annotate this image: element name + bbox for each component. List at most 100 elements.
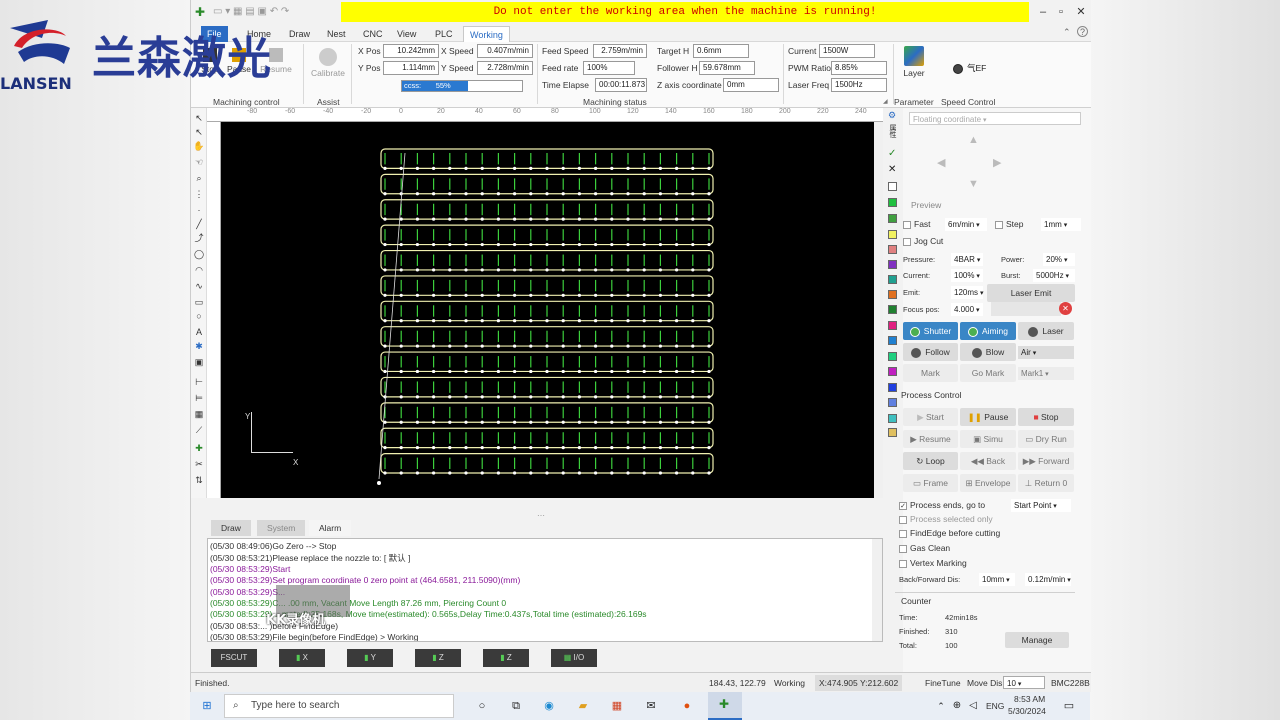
gas-clean-checkbox[interactable]: Gas Clean — [899, 543, 950, 553]
fast-speed-select[interactable]: 6m/min — [945, 218, 987, 231]
calibrate-button[interactable]: Calibrate — [309, 48, 347, 78]
step-select[interactable]: 1mm — [1041, 218, 1081, 231]
clock-time[interactable]: 8:53 AM — [1014, 694, 1045, 704]
tab-view[interactable]: View — [391, 26, 422, 42]
laser-button[interactable]: Laser — [1018, 322, 1074, 340]
step-checkbox[interactable]: Step — [995, 219, 1024, 229]
node-edit-tool-icon[interactable]: ↖ — [193, 126, 205, 138]
layer-swatch[interactable] — [888, 398, 897, 407]
dry-run-button[interactable]: ▭ Dry Run — [1018, 430, 1074, 448]
envelope-button[interactable]: ⊞ Envelope — [960, 474, 1016, 492]
layer-swatch[interactable] — [888, 275, 897, 284]
edge-icon[interactable]: ◉ — [540, 697, 558, 715]
manage-button[interactable]: Manage — [1005, 632, 1069, 648]
simu-button[interactable]: ▣ Simu — [960, 430, 1016, 448]
coordinate-select[interactable]: Floating coordinate — [909, 112, 1081, 125]
polyline-tool-icon[interactable]: ⤴ — [193, 232, 205, 244]
shutter-button[interactable]: Shutter — [903, 322, 958, 340]
layer-swatch[interactable] — [888, 383, 897, 392]
layer-swatch[interactable] — [888, 352, 897, 361]
start-button[interactable]: ▶ Start — [903, 408, 958, 426]
cut-tool-icon[interactable]: ✂ — [193, 458, 205, 470]
log-scrollbar[interactable] — [872, 539, 882, 641]
process-stop-button[interactable]: ■ Stop — [1018, 408, 1074, 426]
findedge-checkbox[interactable]: FindEdge before cutting — [899, 528, 1000, 538]
network-icon[interactable]: ⊕ — [950, 697, 964, 715]
cortana-icon[interactable]: ○ — [474, 697, 490, 715]
forward-button[interactable]: ▶▶ Forward — [1018, 452, 1074, 470]
rectangle-tool-icon[interactable]: ▭ — [193, 296, 205, 308]
language-indicator[interactable]: ENG — [986, 701, 1004, 711]
layer-swatch[interactable] — [888, 414, 897, 423]
y-io-button[interactable]: ▮ Y — [347, 649, 393, 667]
process-pause-button[interactable]: ❚❚ Pause — [960, 408, 1016, 426]
layer-swatch[interactable] — [888, 336, 897, 345]
go-mark-button[interactable]: Go Mark — [960, 364, 1016, 382]
array-tool-icon[interactable]: ▦ — [193, 408, 205, 420]
jog-cut-checkbox[interactable]: Jog Cut — [903, 236, 943, 246]
tab-working[interactable]: Working — [463, 26, 510, 42]
align-tool-icon[interactable]: ⊨ — [193, 392, 205, 404]
fscut-taskbar-button[interactable]: ✚ — [708, 692, 742, 720]
help-icon[interactable]: ? — [1077, 26, 1088, 37]
pan-tool-icon[interactable]: ✋ — [193, 140, 205, 152]
drawing-canvas[interactable]: Y X — [221, 122, 874, 498]
gas-select[interactable]: Air — [1018, 346, 1074, 359]
curve-tool-icon[interactable]: ∿ — [193, 280, 205, 292]
mark-select[interactable]: Mark1 — [1018, 367, 1074, 380]
power-select[interactable]: 20% — [1043, 253, 1075, 266]
layer-swatch[interactable] — [888, 290, 897, 299]
jog-down-icon[interactable]: ▼ — [968, 178, 979, 190]
settings-icon[interactable]: ⚙ — [888, 110, 896, 121]
zoom-tool-icon[interactable]: ⌕ — [193, 172, 205, 184]
follow-button[interactable]: Follow — [903, 343, 958, 361]
close-button[interactable]: ✕ — [1071, 3, 1091, 21]
z1-io-button[interactable]: ▮ Z — [415, 649, 461, 667]
jog-right-icon[interactable]: ▶ — [993, 156, 1001, 169]
measure-tool-icon[interactable]: ⊢ — [193, 376, 205, 388]
tab-cnc[interactable]: CNC — [357, 26, 389, 42]
blow-button[interactable]: Blow — [960, 343, 1016, 361]
io-panel-button[interactable]: ▦ I/O — [551, 649, 597, 667]
burst-select[interactable]: 5000Hz — [1033, 269, 1075, 282]
line-tool-icon[interactable]: ╱ — [193, 218, 205, 230]
current-select[interactable]: 100% — [951, 269, 983, 282]
mail-icon[interactable]: ✉ — [642, 697, 660, 715]
layer-button[interactable]: Layer — [899, 46, 929, 78]
mark-button[interactable]: Mark — [903, 364, 958, 382]
layer-swatch[interactable] — [888, 260, 897, 269]
aiming-button[interactable]: Aiming — [960, 322, 1016, 340]
check-icon[interactable]: ✓ — [888, 148, 896, 159]
emit-select[interactable]: 120ms — [951, 286, 983, 299]
reset-icon[interactable]: ✕ — [1059, 302, 1072, 315]
windows-start-icon[interactable]: ⊞ — [198, 697, 216, 715]
jog-left-icon[interactable]: ◀ — [937, 156, 945, 169]
layer-swatch[interactable] — [888, 245, 897, 254]
tab-alarm-log[interactable]: Alarm — [309, 520, 352, 536]
return-zero-button[interactable]: ⊥ Return 0 — [1018, 474, 1074, 492]
lead-tool-icon[interactable]: ⟋ — [193, 424, 205, 436]
circle-tool-icon[interactable]: ◯ — [193, 248, 205, 260]
move-dis-select[interactable]: 10 — [1003, 676, 1045, 689]
hand-tool-icon[interactable]: ☜ — [193, 156, 205, 168]
process-resume-button[interactable]: ▶ Resume — [903, 430, 958, 448]
frame-button[interactable]: ▭ Frame — [903, 474, 958, 492]
focus-pos-select[interactable]: 4.000 — [951, 303, 983, 316]
layer-swatch[interactable] — [888, 305, 897, 314]
fscut-io-button[interactable]: FSCUT — [211, 649, 257, 667]
ribbon-collapse-icon[interactable]: ⌃ — [1063, 27, 1071, 38]
recorder-app-icon[interactable]: ● — [678, 697, 696, 715]
layer-swatch[interactable] — [888, 198, 897, 207]
quick-access-toolbar[interactable]: ▭ ▾ ▦ ▤ ▣ ↶ ↷ — [213, 6, 289, 17]
feed-rate-value[interactable]: 100% — [583, 61, 635, 75]
tab-plc[interactable]: PLC — [429, 26, 459, 42]
preview-label[interactable]: Preview — [911, 200, 941, 210]
laser-emit-button[interactable]: Laser Emit — [987, 284, 1075, 302]
star-tool-icon[interactable]: ✱ — [193, 340, 205, 352]
arc-tool-icon[interactable]: ◠ — [193, 264, 205, 276]
minimize-button[interactable]: – — [1033, 3, 1053, 21]
backforward-dis-select[interactable]: 10mm — [979, 573, 1015, 586]
jog-up-icon[interactable]: ▲ — [968, 134, 979, 146]
dialog-launcher-icon[interactable]: ◢ — [883, 98, 888, 105]
speed-control-toggle[interactable]: 气EF — [953, 62, 986, 74]
